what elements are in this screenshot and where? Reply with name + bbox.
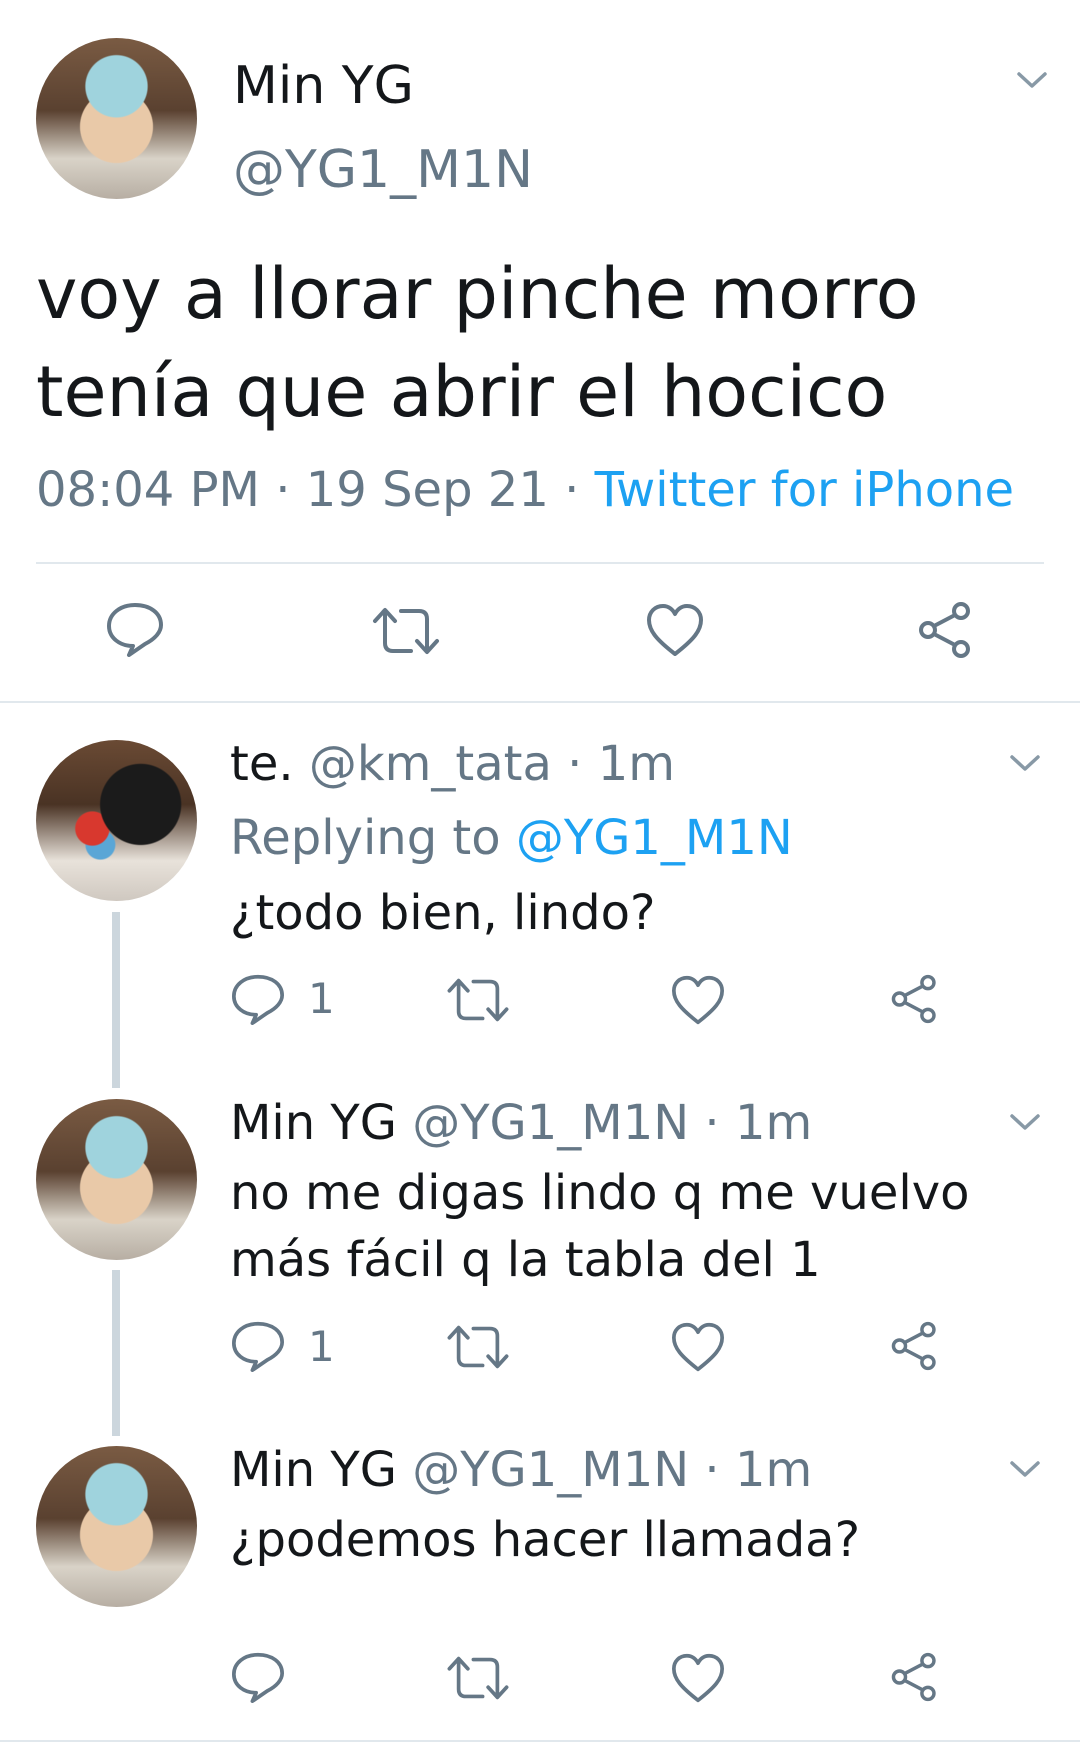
reply-text: no me digas lindo q me vuelvo más fácil … (230, 1160, 1050, 1294)
chevron-down-icon[interactable] (1010, 1460, 1040, 1478)
retweet-icon (447, 1325, 509, 1369)
share-icon (891, 1652, 936, 1702)
retweet-button[interactable] (445, 1654, 511, 1702)
share-button[interactable] (890, 974, 940, 1024)
like-icon (671, 1653, 724, 1703)
reply-icon (232, 974, 284, 1025)
display-name[interactable]: te. (230, 736, 294, 792)
chevron-down-icon[interactable] (1010, 754, 1040, 772)
share-button[interactable] (917, 601, 975, 659)
reply-age: 1m (597, 736, 675, 792)
reply-text-line: no me digas lindo q me vuelvo (230, 1165, 970, 1221)
reply-button[interactable] (230, 1651, 286, 1703)
avatar[interactable] (36, 1099, 197, 1260)
chevron-down-icon[interactable] (1017, 71, 1047, 89)
reply-count: 1 (308, 1322, 335, 1371)
reply-button[interactable] (230, 1320, 286, 1372)
reply-header: Min YG @YG1_M1N · 1m (230, 1442, 812, 1498)
reply-button[interactable] (105, 601, 165, 657)
separator: · (259, 462, 306, 518)
replying-to: Replying to @YG1_M1N (230, 810, 793, 866)
like-icon (671, 1322, 724, 1372)
reply-header: Min YG @YG1_M1N · 1m (230, 1095, 812, 1151)
reply-text-line: más fácil q la tabla del 1 (230, 1232, 821, 1288)
like-icon (671, 975, 724, 1025)
divider (0, 1740, 1080, 1742)
like-icon (647, 604, 703, 656)
thread-line (112, 912, 120, 1088)
tweet-time: 08:04 PM (36, 462, 260, 518)
reply-count: 1 (308, 974, 335, 1023)
retweet-button[interactable] (445, 1323, 511, 1371)
retweet-icon (447, 1656, 509, 1700)
reply-icon (107, 603, 163, 657)
like-button[interactable] (670, 1321, 726, 1373)
tweet-source[interactable]: Twitter for iPhone (595, 462, 1014, 518)
chevron-down-icon[interactable] (1010, 1113, 1040, 1131)
separator: · (567, 736, 583, 792)
like-button[interactable] (645, 602, 705, 658)
retweet-icon (447, 978, 509, 1022)
retweet-button[interactable] (445, 976, 511, 1024)
like-button[interactable] (670, 1652, 726, 1704)
share-icon (919, 602, 970, 658)
reply-age: 1m (734, 1442, 813, 1498)
separator: · (704, 1442, 720, 1498)
divider (36, 562, 1044, 564)
handle[interactable]: @YG1_M1N (412, 1095, 689, 1151)
display-name[interactable]: Min YG (233, 56, 414, 116)
share-button[interactable] (890, 1321, 940, 1371)
tweet-text-line: tenía que abrir el hocico (36, 351, 888, 433)
tweet-text: voy a llorar pinche morro tenía que abri… (36, 245, 1046, 441)
retweet-button[interactable] (371, 605, 441, 657)
handle[interactable]: @YG1_M1N (233, 140, 533, 200)
reply-text: ¿podemos hacer llamada? (230, 1512, 861, 1568)
reply-header: te. @km_tata · 1m (230, 736, 675, 792)
tweet-date: 19 Sep 21 (305, 462, 549, 518)
share-icon (891, 1321, 936, 1371)
separator: · (548, 462, 595, 518)
display-name[interactable]: Min YG (230, 1095, 397, 1151)
reply-icon (232, 1321, 284, 1372)
reply-age: 1m (734, 1095, 813, 1151)
avatar[interactable] (36, 38, 197, 199)
share-icon (891, 974, 936, 1024)
thread-line (112, 1270, 120, 1436)
handle[interactable]: @YG1_M1N (412, 1442, 689, 1498)
reply-icon (232, 1652, 284, 1703)
avatar[interactable] (36, 1446, 197, 1607)
tweet-meta: 08:04 PM · 19 Sep 21 · Twitter for iPhon… (36, 462, 1014, 518)
separator: · (704, 1095, 720, 1151)
reply-button[interactable] (230, 973, 286, 1025)
divider (0, 701, 1080, 703)
like-button[interactable] (670, 974, 726, 1026)
display-name[interactable]: Min YG (230, 1442, 397, 1498)
reply-text: ¿todo bien, lindo? (230, 885, 656, 941)
handle[interactable]: @km_tata (309, 736, 552, 792)
tweet-text-line: voy a llorar pinche morro (36, 253, 919, 335)
avatar[interactable] (36, 740, 197, 901)
retweet-icon (373, 608, 439, 654)
replying-label: Replying to (230, 810, 501, 866)
share-button[interactable] (890, 1652, 940, 1702)
mention-link[interactable]: @YG1_M1N (516, 810, 793, 866)
